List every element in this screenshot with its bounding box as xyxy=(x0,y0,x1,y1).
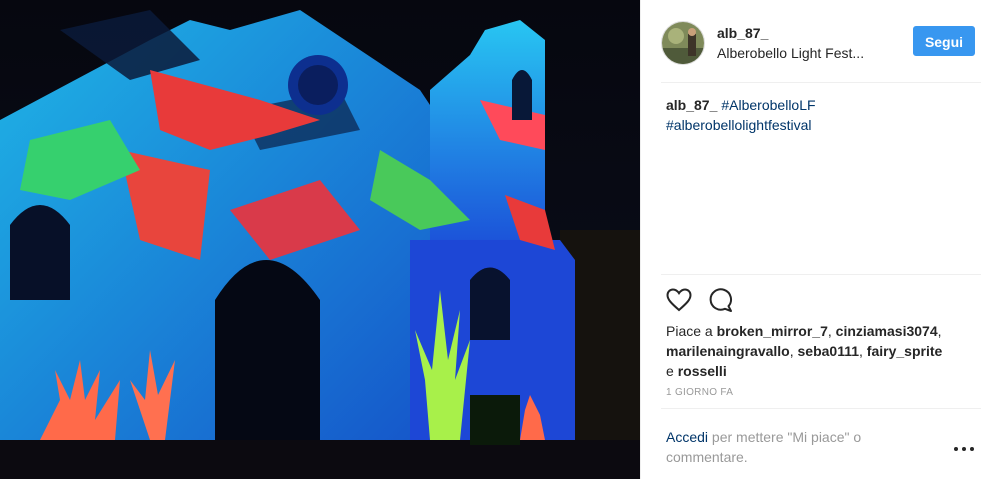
likes-separator: , xyxy=(859,343,867,359)
liker-link[interactable]: cinziamasi3074 xyxy=(836,323,938,339)
liker-link[interactable]: marilenaingravallo xyxy=(666,343,790,359)
post-sidebar: alb_87_ Alberobello Light Fest... Segui … xyxy=(640,0,1000,479)
likes-prefix: Piace a xyxy=(666,323,717,339)
more-options-icon xyxy=(954,447,958,451)
instagram-post: alb_87_ Alberobello Light Fest... Segui … xyxy=(0,0,1000,479)
more-options-icon xyxy=(962,447,966,451)
heart-icon xyxy=(666,288,692,312)
hashtag-link[interactable]: #AlberobelloLF xyxy=(721,97,815,113)
like-button[interactable] xyxy=(665,286,693,314)
header-divider xyxy=(661,82,981,83)
likes-conjunction: e xyxy=(666,363,678,379)
more-options-icon xyxy=(970,447,974,451)
projection-mapped-church-image xyxy=(0,0,640,479)
liker-link[interactable]: seba0111 xyxy=(798,343,860,359)
likes-separator: , xyxy=(937,323,942,339)
post-caption: alb_87_ #AlberobelloLF #alberobellolightf… xyxy=(666,95,976,135)
login-link[interactable]: Accedi xyxy=(666,429,708,445)
liker-link[interactable]: fairy_sprite xyxy=(867,343,942,359)
likes-separator: , xyxy=(827,323,836,339)
caption-divider xyxy=(661,274,981,275)
avatar[interactable] xyxy=(661,21,705,65)
footer-divider xyxy=(661,408,981,409)
comment-prompt: Accedi per mettere "Mi piace" o commenta… xyxy=(666,427,926,467)
speech-bubble-icon xyxy=(709,288,732,312)
likes-summary: Piace a broken_mirror_7, cinziamasi3074,… xyxy=(666,321,976,381)
avatar-image xyxy=(662,22,704,64)
post-header: alb_87_ Alberobello Light Fest... Segui xyxy=(661,18,981,68)
post-photo[interactable] xyxy=(0,0,640,479)
liker-link[interactable]: rosselli xyxy=(678,363,727,379)
comment-button[interactable] xyxy=(707,286,735,314)
likes-separator: , xyxy=(789,343,798,359)
more-options-button[interactable] xyxy=(954,443,974,455)
hashtag-link[interactable]: #alberobellolightfestival xyxy=(666,117,812,133)
action-bar xyxy=(665,286,749,314)
follow-button[interactable]: Segui xyxy=(913,26,975,56)
post-timestamp[interactable]: 1 GIORNO FA xyxy=(666,387,733,398)
caption-username[interactable]: alb_87_ xyxy=(666,97,717,113)
liker-link[interactable]: broken_mirror_7 xyxy=(717,323,828,339)
